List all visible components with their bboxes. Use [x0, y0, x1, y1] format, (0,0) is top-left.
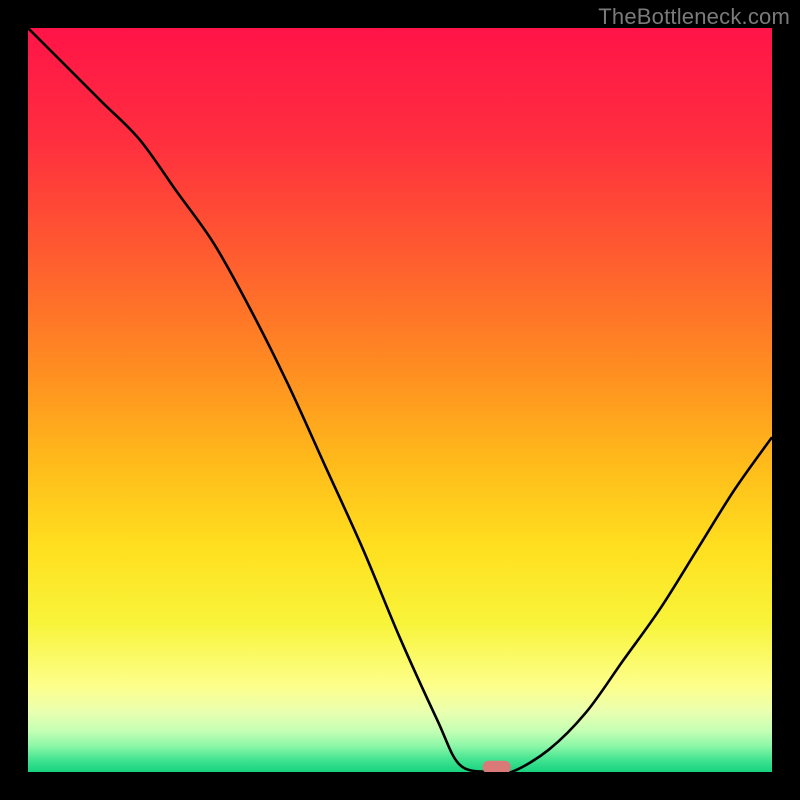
chart-plot-area — [28, 28, 772, 772]
chart-frame: TheBottleneck.com — [0, 0, 800, 800]
chart-svg — [28, 28, 772, 772]
optimal-marker — [483, 761, 511, 772]
watermark-label: TheBottleneck.com — [598, 4, 790, 30]
